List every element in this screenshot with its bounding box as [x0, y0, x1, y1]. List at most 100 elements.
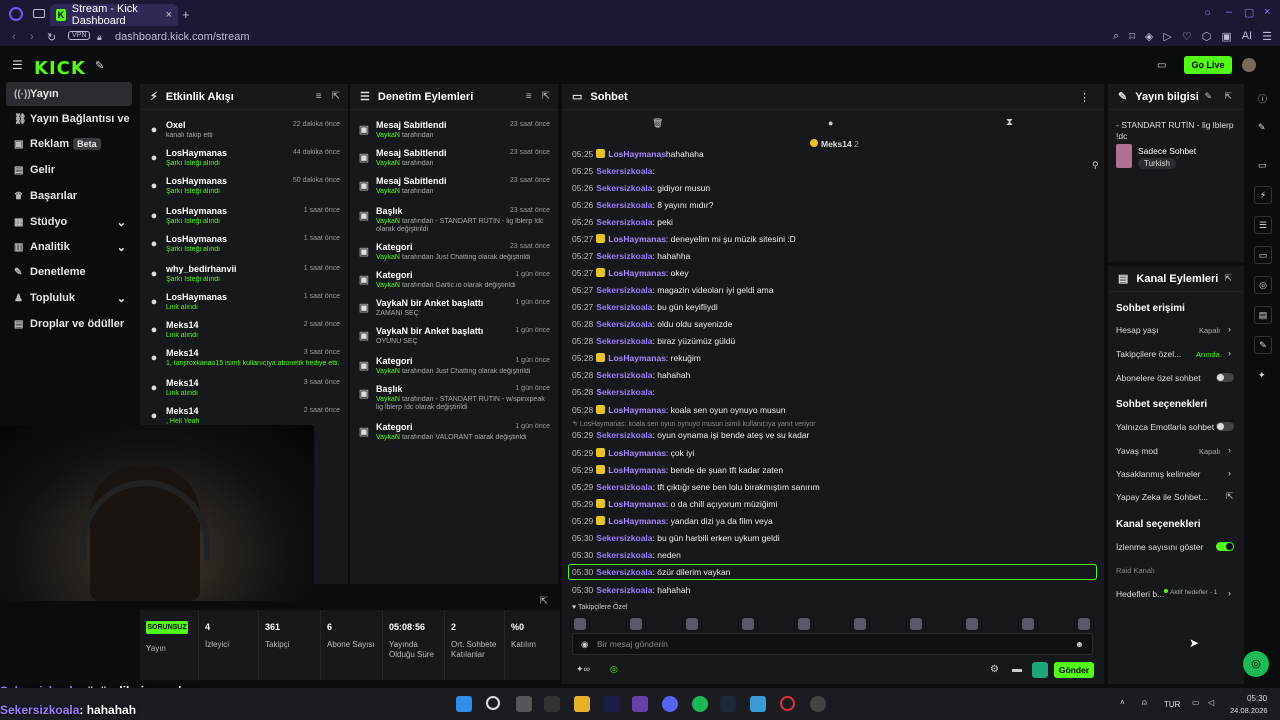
shield-icon[interactable]: ◈ [1145, 30, 1153, 43]
popout-icon[interactable]: ⇱ [540, 596, 548, 607]
category-name[interactable]: Sadece Sohbet [1138, 146, 1196, 156]
message-user[interactable]: Sekersizkoala [596, 285, 652, 295]
message-user[interactable]: Sekersizkoala [596, 251, 652, 261]
external-link-icon[interactable]: ⇱ [1226, 491, 1234, 502]
list-item[interactable]: ● Meks14 Link alındı 2 saat önce [140, 318, 348, 346]
more-options-icon[interactable]: ⋮ [1079, 91, 1090, 104]
message-user[interactable]: LosHaymanas [608, 465, 666, 475]
list-item[interactable]: ● LosHaymanas Şarkı İsteği alındı 1 saat ön… [140, 204, 348, 232]
subs-only-toggle[interactable] [1216, 373, 1234, 382]
emote-icon[interactable] [854, 618, 866, 630]
message-user[interactable]: Sekersizkoala [596, 533, 652, 543]
goals-label[interactable]: Hedefleri b... [1116, 589, 1164, 599]
pin-tool-icon[interactable]: ✎ [95, 59, 104, 72]
pinned-users[interactable]: Meks14 2 [810, 139, 859, 149]
wrench-rail-icon[interactable]: ✎ [1254, 336, 1272, 354]
chat-bubble-icon[interactable]: ● [828, 118, 833, 128]
chat-message[interactable]: 05:30 Sekersizkoala: hahahah [572, 585, 690, 595]
list-item[interactable]: ▣ Mesaj Sabitlendi 23 saat önce VaykaN tara… [350, 146, 558, 174]
layout-rail-icon[interactable]: ▭ [1258, 160, 1267, 171]
followers-only-value[interactable]: Anında [1196, 350, 1220, 359]
file-explorer-icon[interactable] [574, 696, 590, 712]
sidebar-item-revenue[interactable]: ▤ Gelir [6, 158, 132, 182]
sidebar-item-studio[interactable]: ▦ Stüdyo ⌄ [6, 210, 132, 234]
list-item[interactable]: ▣ Mesaj Sabitlendi 23 saat önce VaykaN tara… [350, 174, 558, 202]
maximize-icon[interactable]: ▢ [1244, 6, 1254, 19]
emote-icon[interactable] [798, 618, 810, 630]
message-user[interactable]: Sekersizkoala [596, 387, 652, 397]
emote-icon[interactable] [742, 618, 754, 630]
raid-label[interactable]: Raid Kanalı [1116, 566, 1155, 575]
chat-message[interactable]: 05:28 LosHaymanas: rekuğim [572, 353, 701, 363]
clock-time[interactable]: 05:30 [1247, 694, 1267, 703]
list-item[interactable]: ● LosHaymanas Şarkı İsteği alındı 1 saat ön… [140, 232, 348, 260]
sidebar-item-community[interactable]: ♟ Topluluk ⌄ [6, 286, 132, 310]
chat-mode-icon[interactable]: ▬ [1012, 664, 1022, 675]
emote-icon[interactable] [910, 618, 922, 630]
vpn-badge[interactable]: VPN [68, 31, 91, 40]
message-user[interactable]: LosHaymanas [608, 353, 666, 363]
list-item[interactable]: ● Meks14 1, tanjiroxkanao15 isimli kullanı… [140, 346, 348, 374]
list-item[interactable]: ▣ VaykaN bir Anket başlattı 1 gün önce ZAMA… [350, 296, 558, 324]
send-button[interactable]: Gönder [1054, 662, 1094, 678]
close-window-icon[interactable]: × [1264, 6, 1270, 18]
edit-rail-icon[interactable]: ✎ [1258, 122, 1266, 133]
list-item[interactable]: ▣ Kategori 23 saat önce VaykaN tarafından J… [350, 240, 558, 268]
kick-chat-icon[interactable]: ◎ [610, 664, 618, 675]
moderation-rail-icon[interactable]: ☰ [1254, 216, 1272, 234]
opera-icon[interactable] [9, 7, 23, 21]
list-item[interactable]: ▣ Kategori 1 gün önce VaykaN tarafından Jus… [350, 354, 558, 382]
back-icon[interactable]: ‹ [12, 31, 16, 43]
list-item[interactable]: ● LosHaymanas Link alındı 1 saat önce [140, 290, 348, 318]
chat-message[interactable]: 05:28 Sekersizkoala: biraz yüzümüz güldü [572, 336, 735, 346]
message-user[interactable]: Sekersizkoala [596, 550, 652, 560]
goals-value[interactable]: Aktif hedefler - 1 [1164, 589, 1217, 596]
apps-icon[interactable]: ✦ [1258, 370, 1266, 381]
tray-chevron-icon[interactable]: ˄ [1120, 698, 1125, 707]
avatar[interactable] [1242, 58, 1256, 72]
message-user[interactable]: LosHaymanas [608, 268, 666, 278]
clock-date[interactable]: 24.08.2026 [1230, 706, 1268, 715]
chat-message[interactable]: 05:25 LosHaymanashahahaha [572, 149, 704, 159]
kick-emote-icon[interactable] [1032, 662, 1048, 678]
sidebar-item-ads[interactable]: ▣ Reklam Beta [6, 132, 132, 156]
list-item[interactable]: ▣ Kategori 1 gün önce VaykaN tarafından Gar… [350, 268, 558, 296]
settings-icon[interactable]: ⚙ [990, 664, 999, 675]
bookmark-icon[interactable]: ⌑ [1129, 30, 1135, 43]
message-user[interactable]: LosHaymanas [608, 448, 666, 458]
message-user[interactable]: LosHaymanas [608, 516, 666, 526]
chat-tools-icon[interactable]: ✦∞ [576, 664, 590, 675]
followers-only-label[interactable]: Takipçilere özel... [1116, 349, 1181, 359]
message-user[interactable]: Sekersizkoala [596, 200, 652, 210]
message-user[interactable]: Sekersizkoala [596, 217, 652, 227]
emote-picker-icon[interactable]: ◉ [581, 634, 588, 654]
chat-message[interactable]: 05:30 Sekersizkoala: bu gün harbili erken… [572, 533, 780, 543]
list-item[interactable]: ▣ Mesaj Sabitlendi 23 saat önce VaykaN tara… [350, 118, 558, 146]
emote-icon[interactable] [686, 618, 698, 630]
sidebar-item-connection[interactable]: ⛓Yayın Bağlantısı ve Anahtar [6, 107, 132, 131]
sidebar-item-moderation[interactable]: ✎ Denetleme [6, 260, 132, 284]
url-text[interactable]: dashboard.kick.com/stream [115, 31, 250, 43]
message-user[interactable]: LosHaymanas [608, 149, 666, 159]
chat-input[interactable]: ◉ Bir mesaj gönderin ☻ [572, 633, 1093, 655]
reload-icon[interactable]: ↻ [47, 31, 56, 44]
chat-message[interactable]: 05:29 LosHaymanas: çok iyi [572, 448, 694, 458]
emoji-icon[interactable]: ☻ [1075, 634, 1084, 654]
slow-mode-value[interactable]: Kapalı [1199, 447, 1220, 456]
account-age-label[interactable]: Hesap yaşı [1116, 325, 1159, 335]
chat-message[interactable]: 05:27 Sekersizkoala: magazin videoları iy… [572, 285, 773, 295]
extensions-icon[interactable]: ⬡ [1202, 30, 1212, 43]
list-item[interactable]: ● Oxel kanalı takip etti 22 dakika önce [140, 118, 348, 146]
message-user[interactable]: Sekersizkoala [596, 183, 652, 193]
sidebar-item-analytics[interactable]: ▥ Analitik ⌄ [6, 235, 132, 259]
ai-button[interactable]: AI [1242, 30, 1252, 43]
show-viewers-toggle[interactable] [1216, 542, 1234, 551]
steam-icon[interactable] [720, 696, 736, 712]
emote-icon[interactable] [574, 618, 586, 630]
sidebar-item-drops[interactable]: ▤ Droplar ve ödüller [6, 312, 132, 336]
minimize-icon[interactable]: – [1226, 6, 1232, 18]
list-item[interactable]: ▣ Başlık 23 saat önce VaykaN tarafından - S… [350, 204, 558, 233]
chat-message[interactable]: 05:29 LosHaymanas: yandan dizi ya da film… [572, 516, 773, 526]
pin-icon[interactable]: ⚲ [1092, 160, 1099, 171]
emotes-only-toggle[interactable] [1216, 422, 1234, 431]
